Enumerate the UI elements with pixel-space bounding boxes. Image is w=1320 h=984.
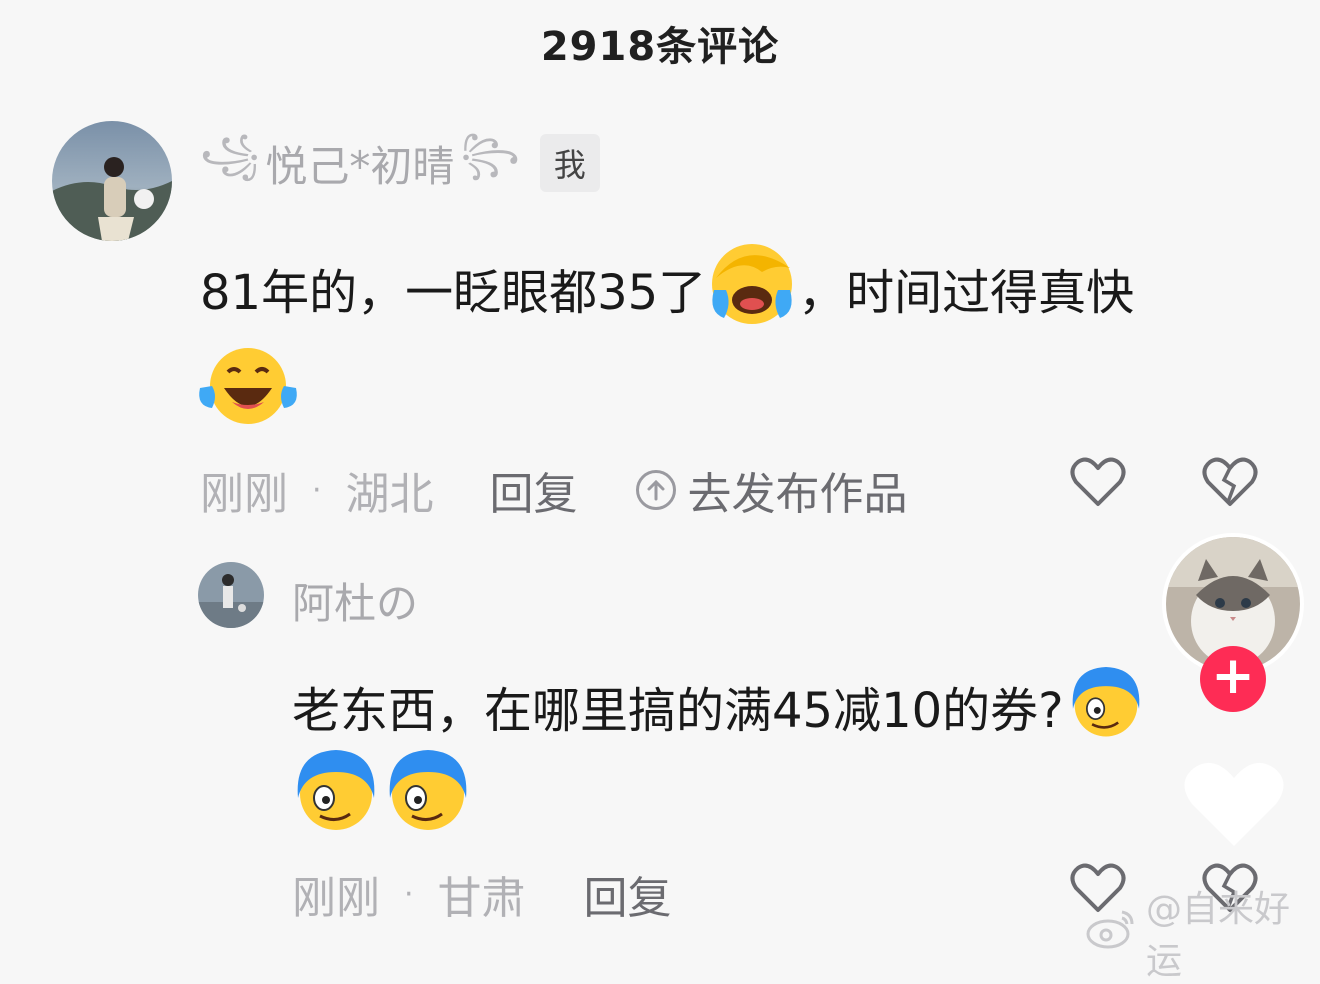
blue-hair-face-emoji-icon xyxy=(290,742,382,838)
comment2-text: 老东西，在哪里搞的满45减10的券? xyxy=(292,660,1146,752)
name-decoration-right: ꧂ xyxy=(460,132,520,176)
facepalm-cry-emoji-icon xyxy=(706,238,798,338)
watermark-text: @自来好运 xyxy=(1146,889,1291,982)
weibo-icon xyxy=(1086,906,1138,959)
comment1-text-part2: ，时间过得真快 xyxy=(798,265,1135,321)
laugh-cry-emoji-icon xyxy=(196,344,300,432)
comment1-location: 湖北 xyxy=(345,469,434,520)
watermark: @自来好运 xyxy=(1086,880,1320,984)
name-decoration-left: ꧁ xyxy=(200,132,260,176)
reply-button[interactable]: 回复 xyxy=(584,862,672,926)
comment2-time: 刚刚 xyxy=(292,873,380,924)
comment1-text: 81年的，一眨眼都35了 ，时间过得真快 xyxy=(200,238,1134,338)
meta-separator: · xyxy=(404,876,414,912)
meta-separator: · xyxy=(312,472,322,508)
comment2-location: 甘肃 xyxy=(437,873,526,924)
comments-count-title: 2918条评论 xyxy=(540,24,780,70)
comment1-author-name[interactable]: 悦己*初晴 xyxy=(265,133,454,194)
comment1-time: 刚刚 xyxy=(200,469,288,520)
blue-hair-face-emoji-icon xyxy=(382,742,474,838)
reply-button[interactable]: 回复 xyxy=(490,458,578,522)
upload-icon xyxy=(635,470,676,510)
blue-hair-face-emoji-icon xyxy=(1066,660,1146,752)
publish-work-label: 去发布作品 xyxy=(687,469,908,520)
avatar-comment1[interactable] xyxy=(52,121,172,241)
comment2-author-name[interactable]: 阿杜の xyxy=(292,570,418,631)
avatar-comment2[interactable] xyxy=(198,562,264,628)
comment1-text-part1: 81年的，一眨眼都35了 xyxy=(200,265,707,321)
comment2-text-content: 老东西，在哪里搞的满45减10的券? xyxy=(292,683,1064,739)
follow-plus-button[interactable]: + xyxy=(1200,646,1266,712)
like-icon[interactable] xyxy=(1070,456,1126,512)
video-like-icon[interactable] xyxy=(1182,758,1286,854)
dislike-icon[interactable] xyxy=(1202,456,1258,512)
me-badge: 我 xyxy=(539,134,600,192)
publish-work-button[interactable]: 去发布作品 xyxy=(635,458,908,522)
